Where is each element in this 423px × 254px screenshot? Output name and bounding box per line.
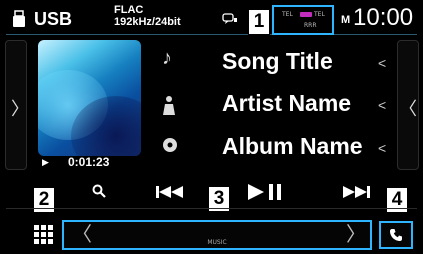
album-scroll-chevron-icon[interactable]: < — [378, 140, 386, 156]
usb-icon — [13, 10, 25, 27]
indicator-label-3: RRR — [304, 22, 317, 29]
status-bar: USB FLAC 192kHz/24bit TEL TEL RRR M 10:0… — [0, 0, 423, 36]
previous-track-icon[interactable] — [156, 185, 186, 199]
controls-divider — [6, 208, 417, 209]
callout-2: 2 — [33, 187, 55, 213]
media-bar-right-chevron-icon[interactable]: 〉 — [346, 222, 366, 248]
clock-suffix: M — [341, 14, 351, 26]
indicator-label-1: TEL — [282, 11, 293, 18]
voice-icon — [222, 13, 237, 24]
clock: 10:00 — [353, 4, 414, 31]
note-icon: ♪ — [162, 47, 172, 69]
source-label: USB — [34, 9, 73, 29]
left-side-panel[interactable]: 〉 — [5, 40, 29, 170]
phone-icon — [390, 229, 402, 241]
song-title: Song Title — [222, 48, 333, 74]
callout-4: 4 — [386, 187, 408, 213]
album-name: Album Name — [222, 133, 363, 159]
callout-1: 1 — [248, 9, 270, 35]
status-divider — [6, 34, 417, 35]
artist-name: Artist Name — [222, 90, 352, 116]
chevron-left-panel-icon: 〉 — [11, 99, 29, 119]
menu-grid-icon[interactable] — [31, 222, 55, 246]
disc-icon — [163, 138, 177, 152]
play-indicator-icon: ▶ — [42, 157, 49, 167]
audio-screen: USB FLAC 192kHz/24bit TEL TEL RRR M 10:0… — [0, 0, 423, 254]
search-icon[interactable] — [92, 184, 106, 198]
elapsed-time: 0:01:23 — [68, 155, 110, 169]
play-pause-icon[interactable] — [248, 183, 284, 201]
right-side-panel[interactable]: 〈 — [397, 40, 419, 170]
phone-button[interactable] — [379, 221, 413, 249]
media-control-bar[interactable]: 〈 MUSIC 〉 — [62, 220, 372, 250]
sample-rate: 192kHz/24bit — [114, 16, 181, 28]
indicator-area[interactable]: TEL TEL RRR — [272, 5, 334, 35]
chevron-right-panel-icon: 〈 — [399, 99, 417, 119]
media-bar-label: MUSIC — [207, 239, 227, 246]
indicator-bar — [300, 12, 312, 17]
album-artwork[interactable] — [38, 40, 141, 156]
title-scroll-chevron-icon[interactable]: < — [378, 55, 386, 71]
next-track-icon[interactable] — [343, 185, 373, 199]
person-icon — [163, 96, 175, 115]
indicator-label-2: TEL — [314, 11, 325, 18]
artist-scroll-chevron-icon[interactable]: < — [378, 97, 386, 113]
